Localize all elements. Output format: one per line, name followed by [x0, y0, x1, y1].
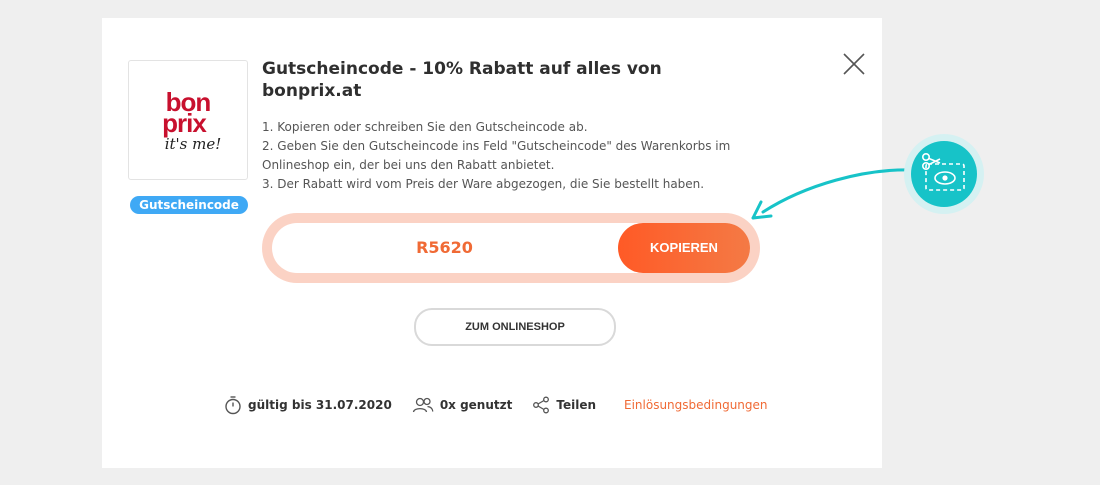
coupon-code-value[interactable]: R5620 — [272, 223, 617, 273]
used-count-text: 0x genutzt — [439, 398, 513, 412]
instruction-step: 1. Kopieren oder schreiben Sie den Gutsc… — [262, 120, 588, 134]
coupon-reveal-icon — [904, 134, 984, 214]
coupon-type-badge: Gutscheincode — [130, 196, 248, 214]
close-icon[interactable] — [840, 50, 868, 78]
share-icon — [533, 396, 550, 414]
hint-arrow — [751, 168, 917, 220]
logo-line2: prix — [162, 108, 207, 138]
usage-info: 0x genutzt — [412, 396, 513, 414]
go-to-shop-button[interactable]: ZUM ONLINESHOP — [414, 308, 616, 346]
coupon-modal: bon prix it's me! Gutscheincode Gutschei… — [102, 18, 882, 468]
users-icon — [412, 397, 434, 413]
instruction-step: 3. Der Rabatt wird vom Preis der Ware ab… — [262, 177, 705, 191]
copy-code-button[interactable]: KOPIEREN — [618, 223, 750, 273]
instruction-step: 2. Geben Sie den Gutscheincode ins Feld … — [262, 139, 731, 172]
instruction-list: 1. Kopieren oder schreiben Sie den Gutsc… — [262, 118, 742, 194]
logo-tagline: it's me! — [165, 135, 222, 153]
offer-title: Gutscheincode - 10% Rabatt auf alles von… — [262, 59, 662, 101]
coupon-code-field: R5620 KOPIEREN — [262, 213, 760, 283]
share-label: Teilen — [556, 398, 596, 412]
validity-info: gültig bis 31.07.2020 — [224, 395, 392, 415]
brand-logo[interactable]: bon prix it's me! — [128, 60, 248, 180]
coupon-meta-bar: gültig bis 31.07.2020 0x genutzt Teilen … — [224, 393, 768, 417]
coupon-code-box: R5620 KOPIEREN — [272, 223, 750, 273]
share-action[interactable]: Teilen — [532, 396, 596, 414]
stopwatch-icon — [225, 396, 241, 415]
valid-until-text: gültig bis 31.07.2020 — [248, 398, 392, 412]
terms-link[interactable]: Einlösungsbedingungen — [624, 398, 768, 412]
